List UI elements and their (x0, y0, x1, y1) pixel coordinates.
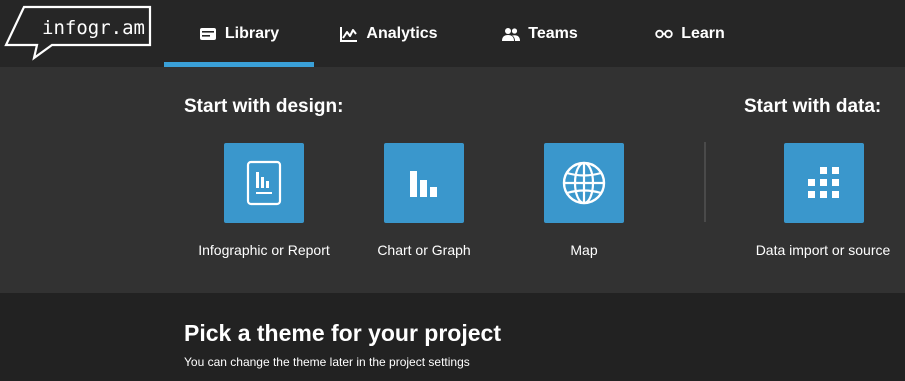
start-with-design-heading: Start with design: (184, 96, 344, 117)
theme-section-subtitle: You can change the theme later in the pr… (184, 355, 470, 369)
nav-tab-teams-label: Teams (528, 24, 578, 42)
infogram-logo[interactable]: infogr.am (4, 5, 154, 61)
nav-tab-learn-label: Learn (681, 24, 725, 42)
map-label[interactable]: Map (504, 242, 664, 258)
data-import-label[interactable]: Data import or source (744, 242, 902, 258)
map-button[interactable] (544, 143, 624, 223)
logo-text: infogr.am (42, 17, 145, 39)
section-divider (704, 142, 706, 222)
learn-icon (655, 29, 673, 39)
chart-graph-button[interactable] (384, 143, 464, 223)
nav-tab-library-label: Library (224, 24, 280, 42)
nav-tab-analytics-label: Analytics (366, 24, 438, 42)
infographic-report-button[interactable] (224, 143, 304, 223)
nav-tab-learn[interactable]: Learn (640, 0, 740, 67)
data-grid-icon (808, 167, 839, 198)
library-icon (199, 27, 217, 41)
nav-tab-library[interactable]: Library (164, 0, 314, 67)
infographic-report-label[interactable]: Infographic or Report (184, 242, 344, 258)
nav-tab-analytics[interactable]: Analytics (330, 0, 448, 67)
chart-graph-label[interactable]: Chart or Graph (344, 242, 504, 258)
start-with-data-heading: Start with data: (744, 96, 882, 117)
bar-chart-icon (410, 171, 437, 197)
theme-section-title: Pick a theme for your project (184, 320, 501, 346)
infographic-report-icon (246, 160, 282, 206)
data-import-button[interactable] (784, 143, 864, 223)
globe-icon (562, 161, 606, 205)
teams-icon (502, 27, 521, 41)
top-navigation-bar: infogr.am Library Analytics Teams Learn (0, 0, 905, 67)
analytics-icon (340, 26, 358, 42)
nav-tab-teams[interactable]: Teams (490, 0, 590, 67)
